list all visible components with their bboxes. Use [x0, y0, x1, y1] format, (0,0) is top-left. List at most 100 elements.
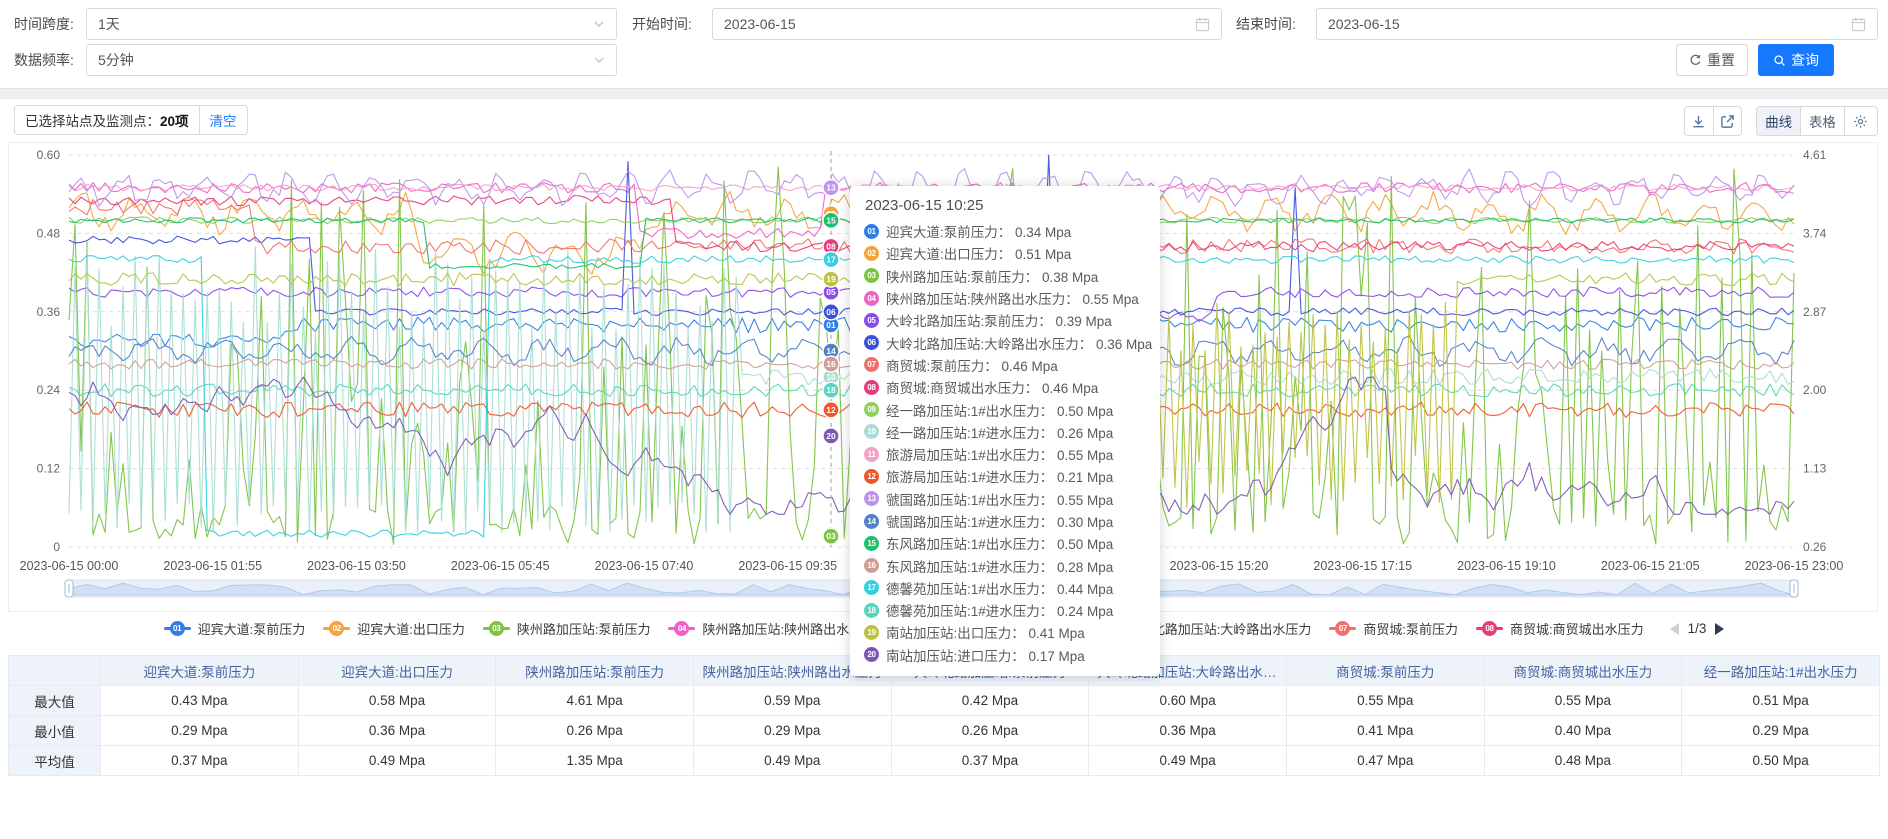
table-cell: 0.59 Mpa	[693, 686, 891, 716]
series-badge: 16	[864, 558, 879, 573]
crosshair-badge-15: 15	[823, 212, 839, 228]
tooltip-row-text: 经一路加压站:1#进水压力： 0.26 Mpa	[886, 422, 1113, 442]
legend-label: 商贸城:泵前压力	[1363, 619, 1458, 638]
crosshair-badge-18: 18	[823, 382, 839, 398]
left-axis-tick: 0.60	[37, 148, 61, 162]
legend-prev-icon[interactable]	[1670, 623, 1679, 635]
svg-text:15: 15	[826, 215, 836, 225]
calendar-icon	[1851, 17, 1866, 32]
table-row: 平均值0.37 Mpa0.49 Mpa1.35 Mpa0.49 Mpa0.37 …	[9, 746, 1880, 776]
crosshair-badge-12: 12	[823, 402, 839, 418]
table-cell: 0.50 Mpa	[1682, 746, 1880, 776]
tooltip-row: 07商贸城:泵前压力： 0.46 Mpa	[864, 354, 1146, 376]
legend-item-08[interactable]: 08商贸城:商贸城出水压力	[1476, 619, 1644, 638]
svg-text:12: 12	[826, 405, 836, 415]
tooltip-row-text: 南站加压站:出口压力： 0.41 Mpa	[886, 622, 1085, 642]
time-span-label: 时间跨度:	[14, 8, 74, 40]
table-row: 最小值0.29 Mpa0.36 Mpa0.26 Mpa0.29 Mpa0.26 …	[9, 716, 1880, 746]
table-cell: 0.51 Mpa	[1682, 686, 1880, 716]
start-date-input[interactable]: 2023-06-15	[712, 8, 1222, 40]
tooltip-row-text: 虢国路加压站:1#进水压力： 0.30 Mpa	[886, 511, 1113, 531]
end-date-input[interactable]: 2023-06-15	[1316, 8, 1878, 40]
crosshair-badge-03: 03	[823, 528, 839, 544]
svg-text:17: 17	[826, 255, 836, 265]
series-badge: 10	[864, 424, 879, 439]
gear-icon	[1853, 114, 1868, 129]
x-axis-tick: 2023-06-15 15:20	[1170, 559, 1269, 573]
clear-button[interactable]: 清空	[200, 110, 247, 130]
svg-text:19: 19	[826, 274, 836, 284]
crosshair-badge-06: 06	[823, 304, 839, 320]
tooltip-row-text: 大岭北路加压站:泵前压力： 0.39 Mpa	[886, 310, 1112, 330]
download-icon	[1691, 114, 1706, 129]
table-row-header: 最小值	[9, 716, 101, 746]
refresh-icon	[1689, 54, 1702, 67]
view-switcher: 曲线 表格	[1756, 106, 1878, 136]
legend-item-01[interactable]: 01迎宾大道:泵前压力	[164, 619, 306, 638]
series-badge: 19	[864, 625, 879, 640]
query-button[interactable]: 查询	[1758, 44, 1834, 76]
table-column-header: 经一路加压站:1#出水压力	[1682, 656, 1880, 686]
table-column-header: 陕州路加压站:泵前压力	[496, 656, 694, 686]
legend-pagination: 1/3	[1670, 621, 1725, 636]
x-axis-tick: 2023-06-15 23:00	[1745, 559, 1844, 573]
legend-item-02[interactable]: 02迎宾大道:出口压力	[323, 619, 465, 638]
legend-item-04[interactable]: 04陕州路加压站:陕州路出水压力	[668, 619, 875, 638]
x-axis-tick: 2023-06-15 05:45	[451, 559, 550, 573]
series-badge: 15	[864, 536, 879, 551]
legend-label: 陕州路加压站:泵前压力	[517, 619, 651, 638]
selected-points-text: 已选择站点及监测点：20项	[15, 110, 199, 130]
tooltip-row: 16东风路加压站:1#进水压力： 0.28 Mpa	[864, 554, 1146, 576]
table-cell: 0.60 Mpa	[1089, 686, 1287, 716]
tooltip-row-text: 经一路加压站:1#出水压力： 0.50 Mpa	[886, 400, 1113, 420]
tab-table[interactable]: 表格	[1800, 107, 1843, 135]
tooltip-row: 06大岭北路加压站:大岭路出水压力： 0.36 Mpa	[864, 331, 1146, 353]
query-label: 查询	[1791, 50, 1819, 70]
legend-item-03[interactable]: 03陕州路加压站:泵前压力	[483, 619, 651, 638]
tooltip-timestamp: 2023-06-15 10:25	[865, 197, 1146, 214]
tooltip-row: 20南站加压站:进口压力： 0.17 Mpa	[864, 644, 1146, 666]
tooltip-row-text: 陕州路加压站:泵前压力： 0.38 Mpa	[886, 266, 1098, 286]
monitoring-dashboard: 时间跨度: 1天 开始时间: 2023-06-15 结束时间: 2023-06-…	[0, 0, 1888, 839]
legend-marker: 04	[668, 621, 695, 636]
table-cell: 0.42 Mpa	[891, 686, 1089, 716]
table-row-header: 平均值	[9, 746, 101, 776]
calendar-icon	[1195, 17, 1210, 32]
tooltip-row-text: 南站加压站:进口压力： 0.17 Mpa	[886, 645, 1085, 665]
x-axis-tick: 2023-06-15 07:40	[595, 559, 694, 573]
tab-curve[interactable]: 曲线	[1757, 107, 1800, 135]
reset-button[interactable]: 重置	[1676, 44, 1748, 76]
series-badge: 03	[864, 268, 879, 283]
export-button[interactable]	[1713, 107, 1741, 135]
legend-item-07[interactable]: 07商贸城:泵前压力	[1329, 619, 1458, 638]
legend-next-icon[interactable]	[1715, 623, 1724, 635]
data-frequency-select[interactable]: 5分钟	[86, 44, 617, 76]
tooltip-row: 05 大岭北路加压站:泵前压力： 0.39 Mpa	[864, 309, 1146, 331]
series-badge: 05	[864, 313, 879, 328]
tooltip-row: 13虢国路加压站:1#出水压力： 0.55 Mpa	[864, 488, 1146, 510]
right-axis-tick: 1.13	[1803, 462, 1827, 476]
right-axis-tick: 0.26	[1803, 540, 1827, 554]
data-frequency-value: 5分钟	[98, 50, 593, 70]
end-time-label: 结束时间:	[1236, 8, 1296, 40]
table-cell: 0.55 Mpa	[1286, 686, 1484, 716]
table-corner-cell	[9, 656, 101, 686]
tooltip-row-text: 迎宾大道:泵前压力： 0.34 Mpa	[886, 221, 1071, 241]
svg-text:18: 18	[826, 385, 836, 395]
table-cell: 0.29 Mpa	[693, 716, 891, 746]
series-badge: 12	[864, 469, 879, 484]
tooltip-row: 08商贸城:商贸城出水压力： 0.46 Mpa	[864, 376, 1146, 398]
x-axis-tick: 2023-06-15 01:55	[163, 559, 262, 573]
settings-button[interactable]	[1844, 107, 1877, 135]
download-button[interactable]	[1685, 107, 1713, 135]
tooltip-row-text: 旅游局加压站:1#进水压力： 0.21 Mpa	[886, 466, 1113, 486]
right-axis-tick: 2.00	[1803, 383, 1827, 397]
tooltip-row: 14虢国路加压站:1#进水压力： 0.30 Mpa	[864, 510, 1146, 532]
x-axis-tick: 2023-06-15 09:35	[738, 559, 837, 573]
time-span-select[interactable]: 1天	[86, 8, 617, 40]
legend-label: 迎宾大道:出口压力	[357, 619, 465, 638]
table-cell: 0.29 Mpa	[101, 716, 299, 746]
right-axis-tick: 3.74	[1803, 226, 1827, 240]
series-badge: 18	[864, 603, 879, 618]
crosshair-badge-20: 20	[823, 428, 839, 444]
